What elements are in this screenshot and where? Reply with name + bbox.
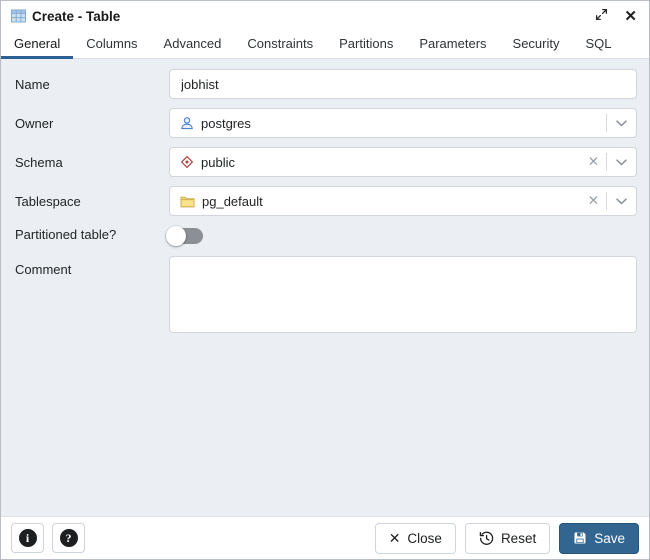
tablespace-label: Tablespace — [15, 194, 169, 209]
footer: i ? ✕ Close Reset — [1, 516, 649, 559]
owner-select[interactable]: postgres — [169, 108, 637, 138]
partitioned-row: Partitioned table? — [15, 225, 637, 244]
partitioned-label: Partitioned table? — [15, 227, 169, 242]
tab-sql[interactable]: SQL — [573, 31, 625, 59]
tab-constraints[interactable]: Constraints — [234, 31, 326, 59]
tab-partitions[interactable]: Partitions — [326, 31, 406, 59]
tablespace-value: pg_default — [202, 194, 263, 209]
comment-textarea[interactable] — [169, 256, 637, 333]
window-close-button[interactable]: ✕ — [624, 9, 637, 24]
reset-button[interactable]: Reset — [465, 523, 550, 554]
clear-icon[interactable]: ✕ — [586, 154, 606, 170]
tab-security[interactable]: Security — [500, 31, 573, 59]
table-icon — [11, 9, 26, 23]
select-divider — [606, 192, 607, 210]
name-input[interactable] — [169, 69, 637, 99]
comment-row: Comment — [15, 256, 637, 336]
info-icon: i — [19, 529, 37, 547]
chevron-down-icon[interactable] — [615, 159, 627, 166]
chevron-down-icon[interactable] — [615, 198, 627, 205]
create-table-dialog: Create - Table ✕ General Columns Advance… — [0, 0, 650, 560]
sql-info-button[interactable]: i — [11, 523, 44, 553]
select-divider — [606, 114, 607, 132]
user-icon — [180, 116, 194, 130]
close-button[interactable]: ✕ Close — [375, 523, 456, 554]
schema-icon — [180, 155, 194, 169]
tab-parameters[interactable]: Parameters — [406, 31, 499, 59]
partitioned-toggle[interactable] — [169, 228, 203, 244]
tablespace-row: Tablespace pg_default ✕ — [15, 186, 637, 216]
tab-columns[interactable]: Columns — [73, 31, 150, 59]
owner-value: postgres — [201, 116, 251, 131]
owner-label: Owner — [15, 116, 169, 131]
maximize-button[interactable] — [595, 8, 608, 24]
name-label: Name — [15, 77, 169, 92]
clear-icon[interactable]: ✕ — [586, 193, 606, 209]
help-icon: ? — [60, 529, 78, 547]
tab-advanced[interactable]: Advanced — [151, 31, 235, 59]
comment-label: Comment — [15, 256, 169, 277]
schema-value: public — [201, 155, 235, 170]
close-icon: ✕ — [624, 9, 637, 24]
select-divider — [606, 153, 607, 171]
tab-general[interactable]: General — [1, 31, 73, 59]
dialog-title: Create - Table — [32, 9, 120, 24]
schema-row: Schema public ✕ — [15, 147, 637, 177]
help-button[interactable]: ? — [52, 523, 85, 553]
save-button[interactable]: Save — [559, 523, 639, 554]
schema-select[interactable]: public ✕ — [169, 147, 637, 177]
reset-icon — [479, 531, 494, 546]
expand-icon — [595, 8, 608, 24]
owner-row: Owner postgres — [15, 108, 637, 138]
general-tab-panel: Name Owner postgres — [1, 59, 649, 516]
close-x-icon: ✕ — [389, 531, 401, 545]
titlebar: Create - Table ✕ — [1, 1, 649, 31]
tablespace-select[interactable]: pg_default ✕ — [169, 186, 637, 216]
save-icon — [573, 531, 587, 545]
schema-label: Schema — [15, 155, 169, 170]
folder-icon — [180, 195, 195, 208]
chevron-down-icon[interactable] — [615, 120, 627, 127]
name-row: Name — [15, 69, 637, 99]
tab-bar: General Columns Advanced Constraints Par… — [1, 31, 649, 59]
